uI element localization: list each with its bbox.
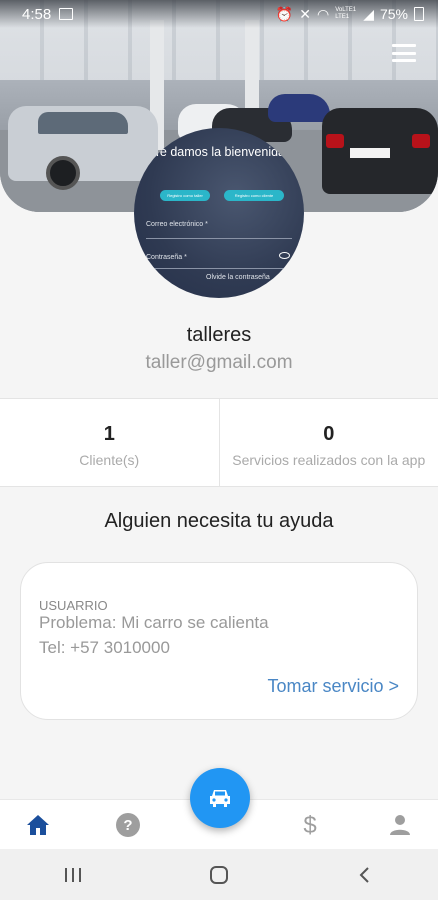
password-line <box>146 268 292 269</box>
stats-panel: 1 Cliente(s) 0 Servicios realizados con … <box>0 398 438 487</box>
register-client-pill: Registro como cliente <box>224 190 284 201</box>
home-circle-icon <box>210 865 228 884</box>
car-fab-button[interactable] <box>190 768 250 828</box>
recent-apps-icon <box>65 867 81 882</box>
network-label: VoLTE1 LTE1 <box>335 7 357 20</box>
stat-clients: 1 Cliente(s) <box>0 399 219 486</box>
stat-services: 0 Servicios realizados con la app <box>218 399 438 486</box>
request-user: USUARRIO <box>39 598 108 613</box>
profile-email: taller@gmail.com <box>145 352 293 373</box>
alarm-icon: ⏰ <box>275 5 294 22</box>
blue-van <box>268 94 330 122</box>
register-workshop-pill: Registro como taller <box>160 190 210 201</box>
signal-icon: ◢ <box>363 5 374 22</box>
svg-text:$: $ <box>303 812 316 838</box>
service-request-card: USUARRIO Problema: Mi carro se calienta … <box>20 562 418 720</box>
battery-icon <box>414 7 424 21</box>
image-notification-icon <box>59 8 74 20</box>
svg-text:?: ? <box>123 817 132 834</box>
eye-icon <box>279 252 290 259</box>
stat-value: 1 <box>103 423 115 445</box>
profile-name: talleres <box>186 324 252 346</box>
battery-percent: 75% <box>379 6 408 22</box>
stat-value: 0 <box>323 423 335 445</box>
back-icon <box>359 866 369 883</box>
nav-home[interactable] <box>8 800 68 850</box>
home-button[interactable] <box>189 855 249 895</box>
welcome-title: ¡Te damos la bienvenida! <box>149 145 289 159</box>
status-bar: 4:58 ⏰ ✕ ◠ VoLTE1 LTE1 ◢ 75% <box>0 0 438 28</box>
stat-label: Cliente(s) <box>79 452 140 468</box>
take-service-link[interactable]: Tomar servicio > <box>267 676 399 697</box>
nav-profile[interactable] <box>370 800 430 850</box>
nav-payments[interactable]: $ <box>280 800 340 850</box>
app-preview-circle: ¡Te damos la bienvenida! Registro como t… <box>134 128 304 298</box>
dollar-icon: $ <box>303 812 316 838</box>
email-line <box>146 238 292 239</box>
request-phone: Tel: +57 3010000 <box>39 638 170 657</box>
wifi-icon: ◠ <box>316 5 330 22</box>
status-time: 4:58 <box>22 5 52 23</box>
mute-icon: ✕ <box>299 5 311 22</box>
recent-apps-button[interactable] <box>43 855 103 895</box>
system-nav-bar <box>0 849 438 900</box>
home-icon <box>27 815 49 835</box>
stat-label: Servicios realizados con la app <box>232 452 426 468</box>
email-label: Correo electrónico * <box>146 221 208 228</box>
back-button[interactable] <box>335 855 395 895</box>
section-title: Alguien necesita tu ayuda <box>104 510 334 532</box>
car-icon <box>210 790 230 807</box>
menu-icon[interactable] <box>392 44 416 62</box>
help-icon: ? <box>116 813 140 837</box>
nav-help[interactable]: ? <box>98 800 158 850</box>
black-car <box>322 108 438 194</box>
person-icon <box>390 815 410 835</box>
forgot-password-label: Olvide la contraseña <box>206 274 270 281</box>
password-label: Contraseña * <box>146 254 187 261</box>
request-problem: Problema: Mi carro se calienta <box>39 613 269 632</box>
